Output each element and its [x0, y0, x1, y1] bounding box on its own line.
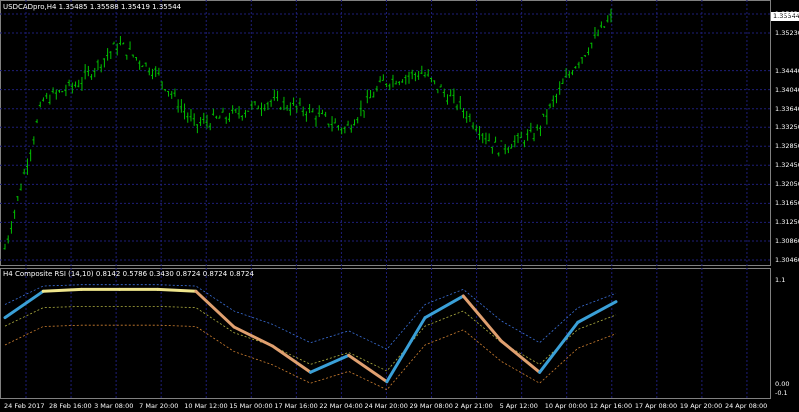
time-tick-label: 24 Mar 20:00: [364, 402, 408, 410]
time-tick-label: 7 Mar 20:00: [139, 402, 179, 410]
rsi-line-segment: [576, 300, 618, 324]
time-tick-label: 29 Mar 08:00: [409, 402, 453, 410]
price-tick-label: 1.31650: [775, 199, 799, 208]
indicator-title: H4 Composite RSI (14,10) 0.8142 0.5786 0…: [3, 270, 254, 278]
price-tick-label: 1.32050: [775, 180, 799, 189]
rsi-line-segment: [41, 287, 83, 293]
price-tick-label: 1.35630: [775, 10, 799, 18]
indicator-tick-label: 1.1: [775, 276, 786, 284]
indicator-tick-label: 0.00: [775, 379, 790, 388]
time-tick-label: 10 Mar 12:00: [184, 402, 228, 410]
price-tick-label: 1.32450: [775, 161, 799, 170]
time-tick-label: 22 Mar 04:00: [319, 402, 363, 410]
rsi-line-segment: [499, 339, 542, 374]
price-tick-label: 1.34040: [775, 85, 799, 94]
time-tick-label: 3 Mar 08:00: [94, 402, 134, 410]
main-chart-title: USDCADpro,H4 1.35485 1.35588 1.35419 1.3…: [3, 3, 182, 11]
price-tick-label: 1.32850: [775, 142, 799, 151]
time-tick-label: 2 Apr 21:00: [454, 402, 493, 410]
price-tick-label: 1.35230: [775, 29, 799, 38]
rsi-line-segment: [194, 289, 236, 329]
rsi-line-segment: [385, 316, 427, 384]
time-tick-label: 10 Apr 00:00: [544, 402, 588, 410]
rsi-lower-band: [4, 324, 617, 391]
rsi-line-segment: [538, 320, 580, 374]
rsi-upper-band: [4, 284, 617, 350]
rsi-line-segment: [270, 344, 312, 374]
time-tick-label: 28 Feb 16:00: [49, 402, 92, 410]
price-tick-label: 1.30860: [775, 236, 799, 245]
time-tick-label: 5 Apr 12:00: [499, 402, 538, 410]
time-tick-label: 17 Apr 08:00: [634, 402, 678, 410]
price-tick-label: 1.34440: [775, 66, 799, 75]
time-tick-label: 12 Apr 16:00: [589, 402, 633, 410]
indicator-tick-label: -0.1: [775, 389, 788, 397]
price-tick-label: 1.33640: [775, 104, 799, 113]
rsi-line-segment: [232, 325, 274, 348]
price-tick-label: 1.33250: [775, 123, 799, 132]
time-tick-label: 19 Apr 20:00: [679, 402, 723, 410]
price-tick-label: 1.30460: [775, 256, 799, 264]
price-tick-label: 1.31250: [775, 218, 799, 227]
chart-canvas: [0, 0, 771, 399]
time-tick-label: 17 Mar 16:00: [274, 402, 318, 410]
time-tick-label: 24 Apr 08:00: [724, 402, 768, 410]
time-tick-label: 15 Mar 00:00: [229, 402, 273, 410]
rsi-line-segment: [347, 353, 389, 384]
time-tick-label: 24 Feb 2017: [4, 402, 45, 410]
rsi-line-segment: [156, 287, 198, 293]
rsi-line-segment: [423, 294, 465, 320]
rsi-line-segment: [309, 353, 351, 374]
